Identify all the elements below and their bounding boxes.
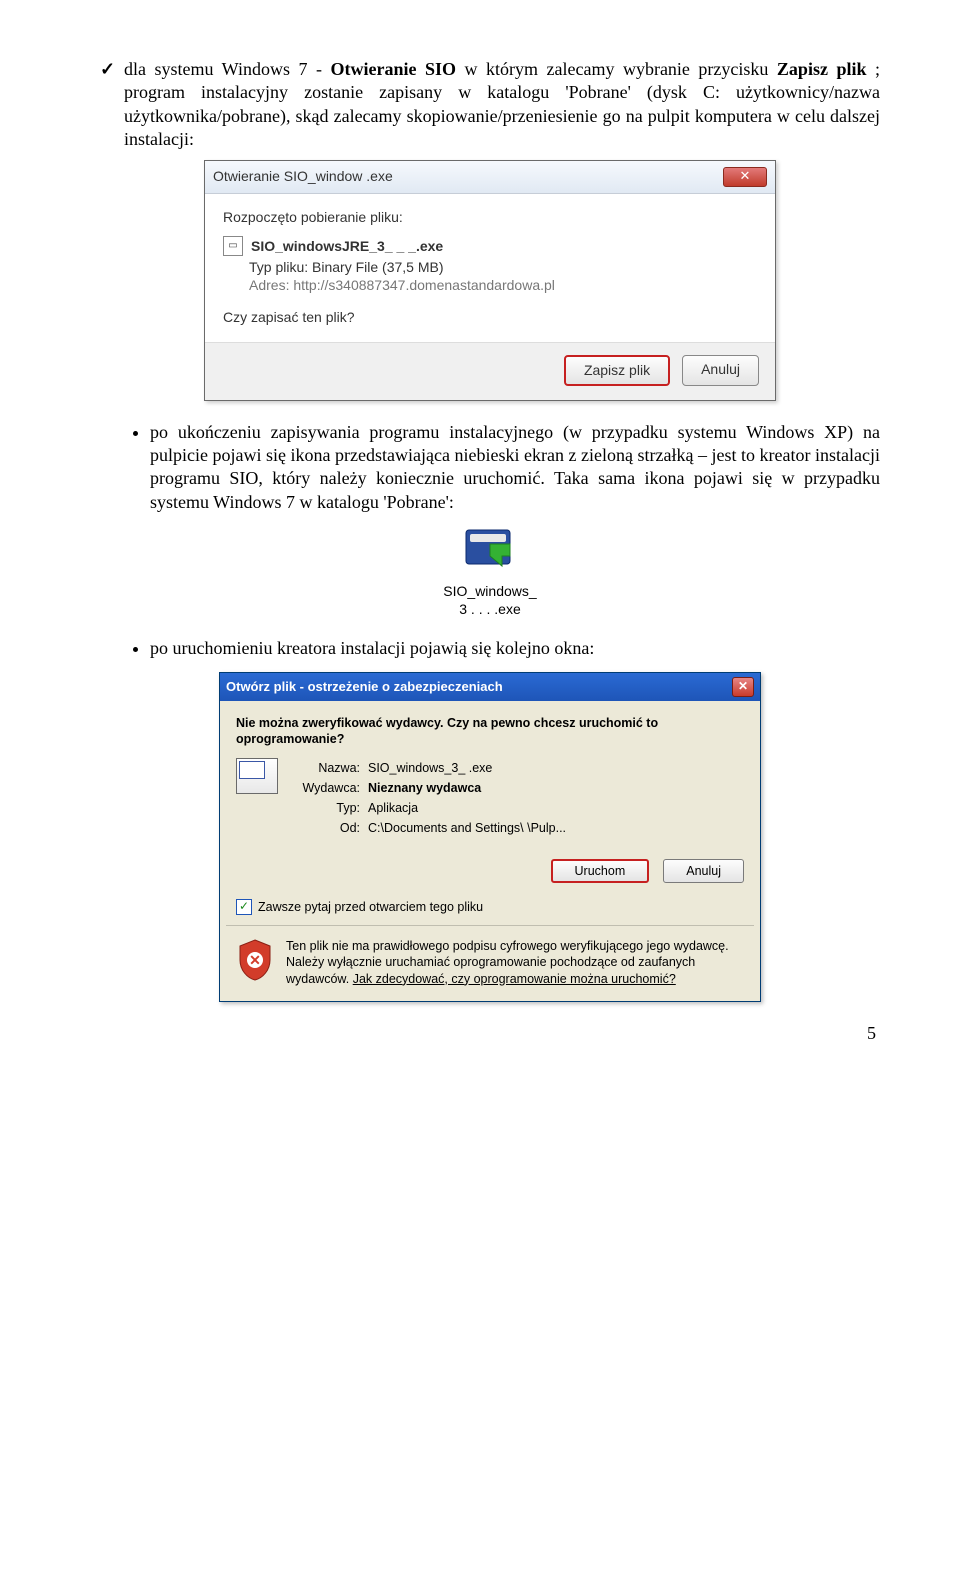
xp-title-text: Otwórz plik - ostrzeżenie o zabezpieczen…	[226, 679, 503, 696]
close-icon[interactable]: ✕	[732, 677, 754, 697]
win7-button-row: Zapisz plik Anuluj	[205, 342, 775, 399]
file-details: Typ pliku: Binary File (37,5 MB) Adres: …	[223, 258, 757, 294]
publisher-value: Nieznany wydawca	[368, 780, 481, 796]
desktop-shortcut-icon: SIO_windows_ 3 . . . .exe	[400, 526, 580, 619]
type-value: Aplikacja	[368, 800, 418, 816]
address-label: Adres:	[249, 277, 289, 293]
save-question: Czy zapisać ten plik?	[223, 308, 757, 326]
started-download-label: Rozpoczęto pobieranie pliku:	[223, 208, 757, 226]
intro-paragraph: dla systemu Windows 7 - Otwieranie SIO w…	[100, 58, 880, 152]
win7-body: Rozpoczęto pobieranie pliku: ▭ SIO_windo…	[205, 194, 775, 343]
save-file-button[interactable]: Zapisz plik	[564, 355, 670, 385]
shield-warning-icon: ✕	[236, 938, 274, 982]
close-icon[interactable]: ✕	[723, 167, 767, 187]
name-row: Nazwa: SIO_windows_3_ .exe	[290, 758, 744, 778]
document-page: dla systemu Windows 7 - Otwieranie SIO w…	[0, 0, 960, 1085]
bulleted-list-2: po uruchomieniu kreatora instalacji poja…	[100, 637, 880, 660]
xp-titlebar: Otwórz plik - ostrzeżenie o zabezpieczen…	[220, 673, 760, 701]
xp-fields: Nazwa: SIO_windows_3_ .exe Wydawca: Niez…	[290, 758, 744, 839]
win7-titlebar: Otwieranie SIO_window .exe ✕	[205, 161, 775, 194]
type-label: Typ pliku:	[249, 259, 308, 275]
from-label: Od:	[290, 820, 360, 836]
xp-question: Nie można zweryfikować wydawcy. Czy na p…	[236, 715, 744, 748]
xp-file-info: Nazwa: SIO_windows_3_ .exe Wydawca: Niez…	[236, 758, 744, 839]
bullet-item: po ukończeniu zapisywania programu insta…	[150, 421, 880, 515]
svg-text:✕: ✕	[249, 952, 261, 968]
cancel-button[interactable]: Anuluj	[682, 355, 759, 385]
always-ask-label: Zawsze pytaj przed otwarciem tego pliku	[258, 899, 483, 915]
xp-security-warning-dialog: Otwórz plik - ostrzeżenie o zabezpieczen…	[219, 672, 761, 1002]
page-number: 5	[100, 1022, 880, 1045]
text-bold: Zapisz plik	[777, 59, 867, 79]
exe-file-icon: ▭	[223, 236, 243, 256]
app-icon	[236, 758, 278, 794]
type-label: Typ:	[290, 800, 360, 816]
type-value: Binary File (37,5 MB)	[312, 259, 443, 275]
text-fragment: w którym zalecamy wybranie przycisku	[464, 59, 776, 79]
always-ask-row: ✓ Zawsze pytaj przed otwarciem tego plik…	[220, 893, 760, 925]
icon-label-line2: 3 . . . .exe	[400, 600, 580, 618]
bulleted-list: po ukończeniu zapisywania programu insta…	[100, 421, 880, 515]
icon-label-line1: SIO_windows_	[400, 582, 580, 600]
type-row: Typ: Aplikacja	[290, 798, 744, 818]
type-row: Typ pliku: Binary File (37,5 MB)	[249, 258, 757, 276]
cancel-button[interactable]: Anuluj	[663, 859, 744, 883]
from-row: Od: C:\Documents and Settings\ \Pulp...	[290, 818, 744, 838]
name-label: Nazwa:	[290, 760, 360, 776]
filename-text: SIO_windowsJRE_3_ _ _.exe	[251, 237, 443, 255]
address-row: Adres: http://s340887347.domenastandardo…	[249, 276, 757, 294]
text-fragment: dla systemu Windows 7 -	[124, 59, 330, 79]
win7-download-dialog: Otwieranie SIO_window .exe ✕ Rozpoczęto …	[204, 160, 776, 401]
publisher-row: Wydawca: Nieznany wydawca	[290, 778, 744, 798]
xp-body: Nie można zweryfikować wydawcy. Czy na p…	[220, 701, 760, 849]
always-ask-checkbox[interactable]: ✓	[236, 899, 252, 915]
from-value: C:\Documents and Settings\ \Pulp...	[368, 820, 566, 836]
installer-icon	[462, 526, 518, 574]
file-row: ▭ SIO_windowsJRE_3_ _ _.exe	[223, 236, 757, 256]
run-button[interactable]: Uruchom	[551, 859, 650, 883]
win7-title-text: Otwieranie SIO_window .exe	[213, 167, 393, 185]
address-value: http://s340887347.domenastandardowa.pl	[293, 277, 555, 293]
xp-button-row: Uruchom Anuluj	[220, 849, 760, 893]
warning-text-block: Ten plik nie ma prawidłowego podpisu cyf…	[286, 938, 744, 987]
text-bold: Otwieranie SIO	[330, 59, 456, 79]
bullet-item: po uruchomieniu kreatora instalacji poja…	[150, 637, 880, 660]
name-value: SIO_windows_3_ .exe	[368, 760, 492, 776]
help-link[interactable]: Jak zdecydować, czy oprogramowanie można…	[353, 972, 676, 986]
xp-warning-row: ✕ Ten plik nie ma prawidłowego podpisu c…	[220, 926, 760, 1001]
publisher-label: Wydawca:	[290, 780, 360, 796]
